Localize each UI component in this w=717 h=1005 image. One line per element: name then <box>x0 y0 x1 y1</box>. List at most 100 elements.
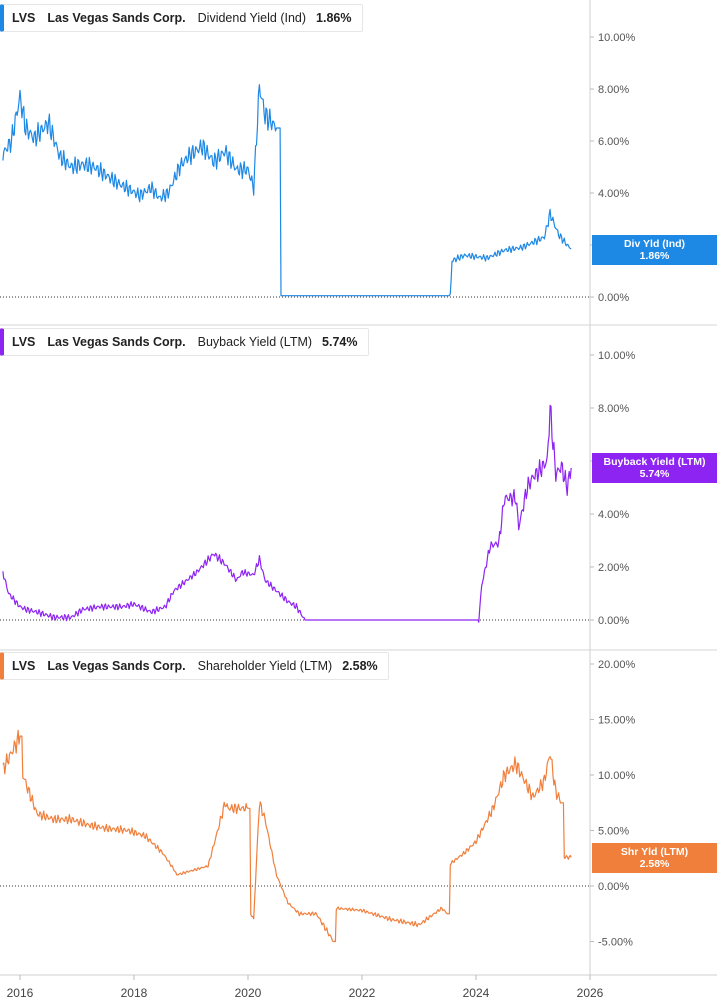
data-point <box>361 295 362 296</box>
data-point <box>82 609 83 610</box>
data-point <box>133 604 134 605</box>
data-point <box>19 96 20 97</box>
data-point <box>105 174 106 175</box>
series-line-2 <box>2 729 572 943</box>
data-point <box>527 487 528 488</box>
data-point <box>188 156 189 157</box>
data-point <box>447 913 448 914</box>
data-point <box>94 166 95 167</box>
legend-metric: Dividend Yield (Ind) <box>197 11 307 25</box>
y-tick-label: 10.00% <box>598 350 636 362</box>
data-point <box>336 908 337 909</box>
data-point <box>458 619 459 620</box>
legend-company: Las Vegas Sands Corp. <box>47 11 186 25</box>
tag-label: Shr Yld (LTM) <box>620 846 689 858</box>
y-tick-label: -5.00% <box>598 937 633 949</box>
data-point <box>532 476 533 477</box>
y-tick-label: 6.00% <box>598 136 629 148</box>
data-point <box>493 808 494 809</box>
data-point <box>538 471 539 472</box>
data-point <box>236 169 237 170</box>
data-point <box>168 192 169 193</box>
data-point <box>242 572 243 573</box>
data-point <box>250 913 251 914</box>
data-point <box>2 153 3 154</box>
data-point <box>487 257 488 258</box>
data-point <box>532 242 533 243</box>
data-point <box>162 852 163 853</box>
data-point <box>176 874 177 875</box>
y-tick-label: 10.00% <box>598 770 636 782</box>
tag-value: 1.86% <box>639 250 670 262</box>
data-point <box>247 808 248 809</box>
x-tick-label: 2020 <box>235 986 262 1000</box>
tag-dividend-yield: Div Yld (Ind) 1.86% <box>592 235 717 265</box>
data-point <box>25 609 26 610</box>
data-point <box>19 736 20 737</box>
data-point <box>515 498 516 499</box>
data-point <box>265 819 266 820</box>
data-point <box>418 619 419 620</box>
data-point <box>202 146 203 147</box>
data-point <box>54 617 55 618</box>
data-point <box>11 140 12 141</box>
data-point <box>225 802 226 803</box>
data-point <box>518 527 519 528</box>
legend-metric: Shareholder Yield (LTM) <box>197 659 333 673</box>
data-point <box>418 295 419 296</box>
data-point <box>561 802 562 803</box>
data-point <box>173 590 174 591</box>
data-point <box>11 752 12 753</box>
data-point <box>276 874 277 875</box>
data-point <box>490 545 491 546</box>
legend-value: 2.58% <box>342 659 378 673</box>
data-point <box>122 606 123 607</box>
y-tick-label: 2.00% <box>598 562 629 574</box>
data-point <box>88 824 89 825</box>
data-point <box>280 295 281 296</box>
data-point <box>547 460 548 461</box>
data-point <box>571 467 572 468</box>
data-point <box>567 244 568 245</box>
data-point <box>159 198 160 199</box>
data-point <box>131 190 132 191</box>
legend-ticker: LVS <box>12 11 36 25</box>
data-point <box>213 553 214 554</box>
data-point <box>451 260 452 261</box>
data-point <box>418 924 419 925</box>
legend-dividend-yield: LVS Las Vegas Sands Corp. Dividend Yield… <box>0 4 363 32</box>
data-point <box>99 606 100 607</box>
data-point <box>259 86 260 87</box>
data-point <box>151 187 152 188</box>
data-point <box>464 255 465 256</box>
data-point <box>296 606 297 607</box>
data-point <box>287 902 288 903</box>
data-point <box>71 166 72 167</box>
data-point <box>333 941 334 942</box>
data-point <box>555 474 556 475</box>
data-point <box>208 865 209 866</box>
data-point <box>37 813 38 814</box>
data-point <box>34 138 35 139</box>
data-point <box>287 601 288 602</box>
data-point <box>504 250 505 251</box>
data-point <box>196 572 197 573</box>
data-point <box>504 774 505 775</box>
y-tick-label: 5.00% <box>598 826 629 838</box>
y-tick-label: 8.00% <box>598 403 629 415</box>
data-point <box>299 913 300 914</box>
data-point <box>259 802 260 803</box>
legend-company: Las Vegas Sands Corp. <box>47 335 186 349</box>
data-point <box>253 187 254 188</box>
data-point <box>475 841 476 842</box>
data-point <box>265 114 266 115</box>
data-point <box>544 780 545 781</box>
legend-metric: Buyback Yield (LTM) <box>197 335 313 349</box>
data-point <box>571 857 572 858</box>
data-point <box>567 487 568 488</box>
tag-shareholder-yield: Shr Yld (LTM) 2.58% <box>592 843 717 873</box>
data-point <box>361 910 362 911</box>
data-point <box>8 593 9 594</box>
data-point <box>441 908 442 909</box>
legend-shareholder-yield: LVS Las Vegas Sands Corp. Shareholder Yi… <box>0 652 389 680</box>
